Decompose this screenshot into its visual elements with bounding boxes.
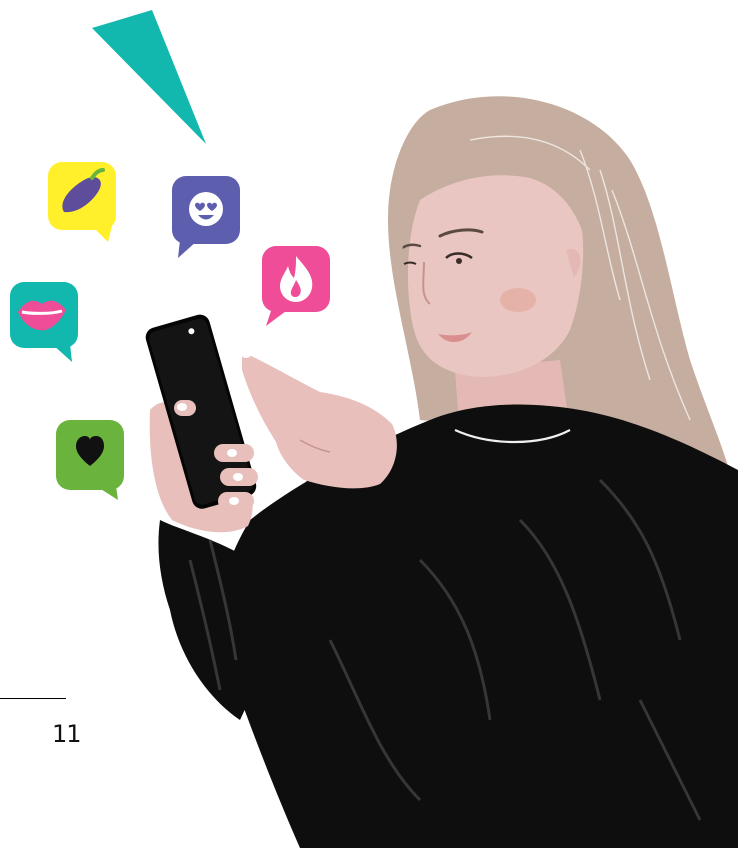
heart-eyes-icon — [189, 192, 223, 226]
divider-rule — [0, 698, 66, 699]
eggplant-bubble — [48, 162, 116, 242]
teal-triangle — [92, 10, 206, 144]
lips-bubble — [10, 282, 78, 362]
illustration — [10, 10, 738, 848]
fire-bubble — [262, 246, 330, 326]
heart-bubble — [56, 420, 124, 500]
face — [407, 164, 584, 377]
page-number: 11 — [52, 720, 82, 748]
page: 11 — [0, 0, 738, 848]
heart-eyes-bubble — [172, 176, 240, 258]
right-hand-pointing — [242, 352, 397, 489]
